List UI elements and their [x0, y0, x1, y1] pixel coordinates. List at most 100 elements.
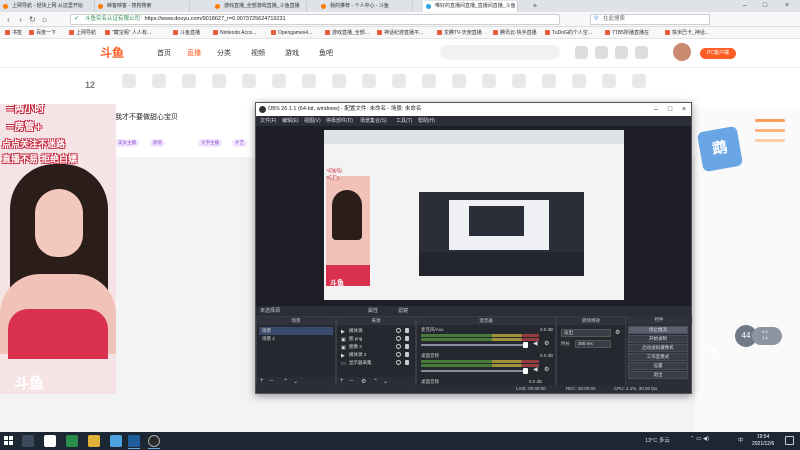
tag-badge[interactable]: 才艺	[232, 139, 247, 147]
nav-fishbar[interactable]: 鱼吧	[319, 48, 333, 58]
menu-view[interactable]: 视图(V)	[304, 117, 321, 124]
bookmark-item[interactable]: "藏宝阁" 人人有...	[104, 28, 151, 38]
close-icon[interactable]: ×	[677, 103, 691, 116]
room-feature-icon[interactable]	[482, 74, 496, 88]
forward-icon[interactable]: ›	[16, 15, 25, 24]
site-search-input[interactable]	[440, 45, 560, 60]
notification-icon[interactable]	[785, 436, 794, 445]
pc-client-button[interactable]: PC客户端	[700, 48, 736, 59]
room-feature-icon[interactable]	[302, 74, 316, 88]
task-icon[interactable]	[635, 46, 648, 59]
visibility-icon[interactable]	[396, 336, 401, 341]
menu-scene-collection[interactable]: 场景集合(S)	[360, 117, 387, 124]
bookmark-item[interactable]: 书签	[4, 28, 22, 38]
edge-app-icon[interactable]	[128, 435, 140, 447]
studio-mode-button[interactable]: 工作室模式	[628, 353, 688, 361]
visibility-icon[interactable]	[396, 344, 401, 349]
room-feature-icon[interactable]	[212, 74, 226, 88]
bookmark-item[interactable]: Opengames4...	[270, 28, 312, 38]
menu-tools[interactable]: 工具(T)	[396, 117, 412, 124]
tab-live-room[interactable]: 唯好的直播间直播_直播间直播_斗鱼	[423, 1, 518, 12]
bookmark-item[interactable]: 上网导航	[68, 28, 96, 38]
source-item[interactable]: ▣ 图 png	[339, 335, 413, 343]
room-feature-icon[interactable]	[362, 74, 376, 88]
menu-file[interactable]: 文件(F)	[260, 117, 276, 124]
system-clock[interactable]: 19:54 2021/12/6	[752, 434, 774, 448]
home-icon[interactable]: ⌂	[40, 15, 49, 24]
nav-category[interactable]: 分类	[217, 48, 231, 58]
nav-live[interactable]: 直播	[187, 48, 201, 58]
maximize-icon[interactable]: □	[760, 1, 770, 11]
douyu-logo[interactable]: 斗鱼	[100, 44, 140, 62]
bookmark-item[interactable]: 神话纪游直播平...	[376, 28, 423, 38]
tray-icons[interactable]: ⌃ ▭ ◀)	[690, 436, 709, 442]
room-feature-icon[interactable]	[392, 74, 406, 88]
filters-button[interactable]: 滤镜	[398, 307, 408, 314]
bookmark-item[interactable]: Nintendo Acco...	[212, 28, 256, 38]
scene-item[interactable]: 场景	[259, 327, 333, 335]
scene-item[interactable]: 场景 2	[259, 335, 333, 343]
task-view-icon[interactable]	[44, 435, 56, 447]
room-feature-icon[interactable]	[602, 74, 616, 88]
duration-input[interactable]: 300 ms	[575, 340, 611, 348]
volume-slider-handle[interactable]	[523, 342, 528, 348]
lock-icon[interactable]	[405, 344, 409, 349]
room-feature-icon[interactable]	[152, 74, 166, 88]
speaker-icon[interactable]: ◀	[533, 367, 539, 373]
start-recording-button[interactable]: 开始录制	[628, 335, 688, 343]
bookmark-item[interactable]: 斗鱼直播	[172, 28, 200, 38]
folder-app-icon[interactable]	[88, 435, 100, 447]
remove-icon[interactable]: –	[270, 378, 273, 384]
volume-slider-handle[interactable]	[523, 368, 528, 374]
search-icon[interactable]	[22, 435, 34, 447]
exit-button[interactable]: 退出	[628, 371, 688, 379]
tab-navigation[interactable]: 上网导航 - 轻快上网 从这里开始	[0, 1, 95, 12]
message-icon[interactable]	[615, 46, 628, 59]
tag-badge[interactable]: 美女主播	[115, 139, 139, 147]
room-feature-icon[interactable]	[422, 74, 436, 88]
menu-help[interactable]: 帮助(H)	[418, 117, 435, 124]
bookmark-item[interactable]: 7TB5所播直播在	[604, 28, 649, 38]
move-down-icon[interactable]: ⌄	[383, 378, 388, 385]
source-item[interactable]: ▣ 图像 3	[339, 343, 413, 351]
bookmark-item[interactable]: 游戏直播_全部...	[324, 28, 369, 38]
room-feature-icon[interactable]	[242, 74, 256, 88]
tab-search[interactable]: 映客映客 - 搜狗搜索	[95, 1, 190, 12]
tab-game-live[interactable]: 游戏直播_全部游戏直播_斗鱼直播	[212, 1, 307, 12]
lock-icon[interactable]	[405, 360, 409, 365]
visibility-icon[interactable]	[396, 352, 401, 357]
follow-icon[interactable]	[595, 46, 608, 59]
new-tab-button[interactable]: +	[530, 1, 540, 11]
room-feature-icon[interactable]	[452, 74, 466, 88]
bookmark-item[interactable]: 百度一下	[28, 28, 56, 38]
user-avatar[interactable]	[673, 43, 691, 61]
url-input[interactable]: ✓ 斗鱼实名认证有限公司 https://www.douyu.com/90186…	[70, 14, 560, 25]
speaker-icon[interactable]: ◀	[533, 341, 539, 347]
source-item[interactable]: ▶ 媒体源 3	[339, 351, 413, 359]
refresh-icon[interactable]: ↻	[28, 15, 37, 24]
browser-app-icon[interactable]	[66, 435, 78, 447]
menu-docks[interactable]: 停靠部件(D)	[326, 117, 353, 124]
bookmark-item[interactable]: 铁米巴卡_神话...	[664, 28, 709, 38]
room-feature-icon[interactable]	[182, 74, 196, 88]
move-up-icon[interactable]: ⌃	[373, 378, 378, 385]
back-icon[interactable]: ‹	[4, 15, 13, 24]
streamer-video[interactable]: =两小时 =房管+ 点点关注不迷路 直播不易 拒绝白嫖 斗鱼	[0, 104, 116, 394]
menu-edit[interactable]: 编辑(E)	[282, 117, 299, 124]
properties-button[interactable]: 属性	[368, 307, 378, 314]
settings-button[interactable]: 设置	[628, 362, 688, 370]
volume-slider[interactable]	[421, 370, 526, 372]
minimize-icon[interactable]: –	[649, 103, 663, 116]
room-feature-icon[interactable]	[632, 74, 646, 88]
weather-info[interactable]: 13°C 多云	[645, 436, 670, 444]
visibility-icon[interactable]	[396, 328, 401, 333]
add-icon[interactable]: +	[260, 378, 264, 384]
tab-personal-center[interactable]: 我的推荐 - 个人中心 - 斗鱼	[318, 1, 413, 12]
gear-icon[interactable]: ⚙	[615, 330, 621, 336]
lock-icon[interactable]	[405, 336, 409, 341]
douyu-app-icon[interactable]	[110, 435, 122, 447]
room-feature-icon[interactable]	[122, 74, 136, 88]
obs-app-icon[interactable]	[148, 435, 160, 447]
minimize-icon[interactable]: –	[740, 1, 750, 11]
activity-banner[interactable]: 鹉	[696, 125, 744, 173]
